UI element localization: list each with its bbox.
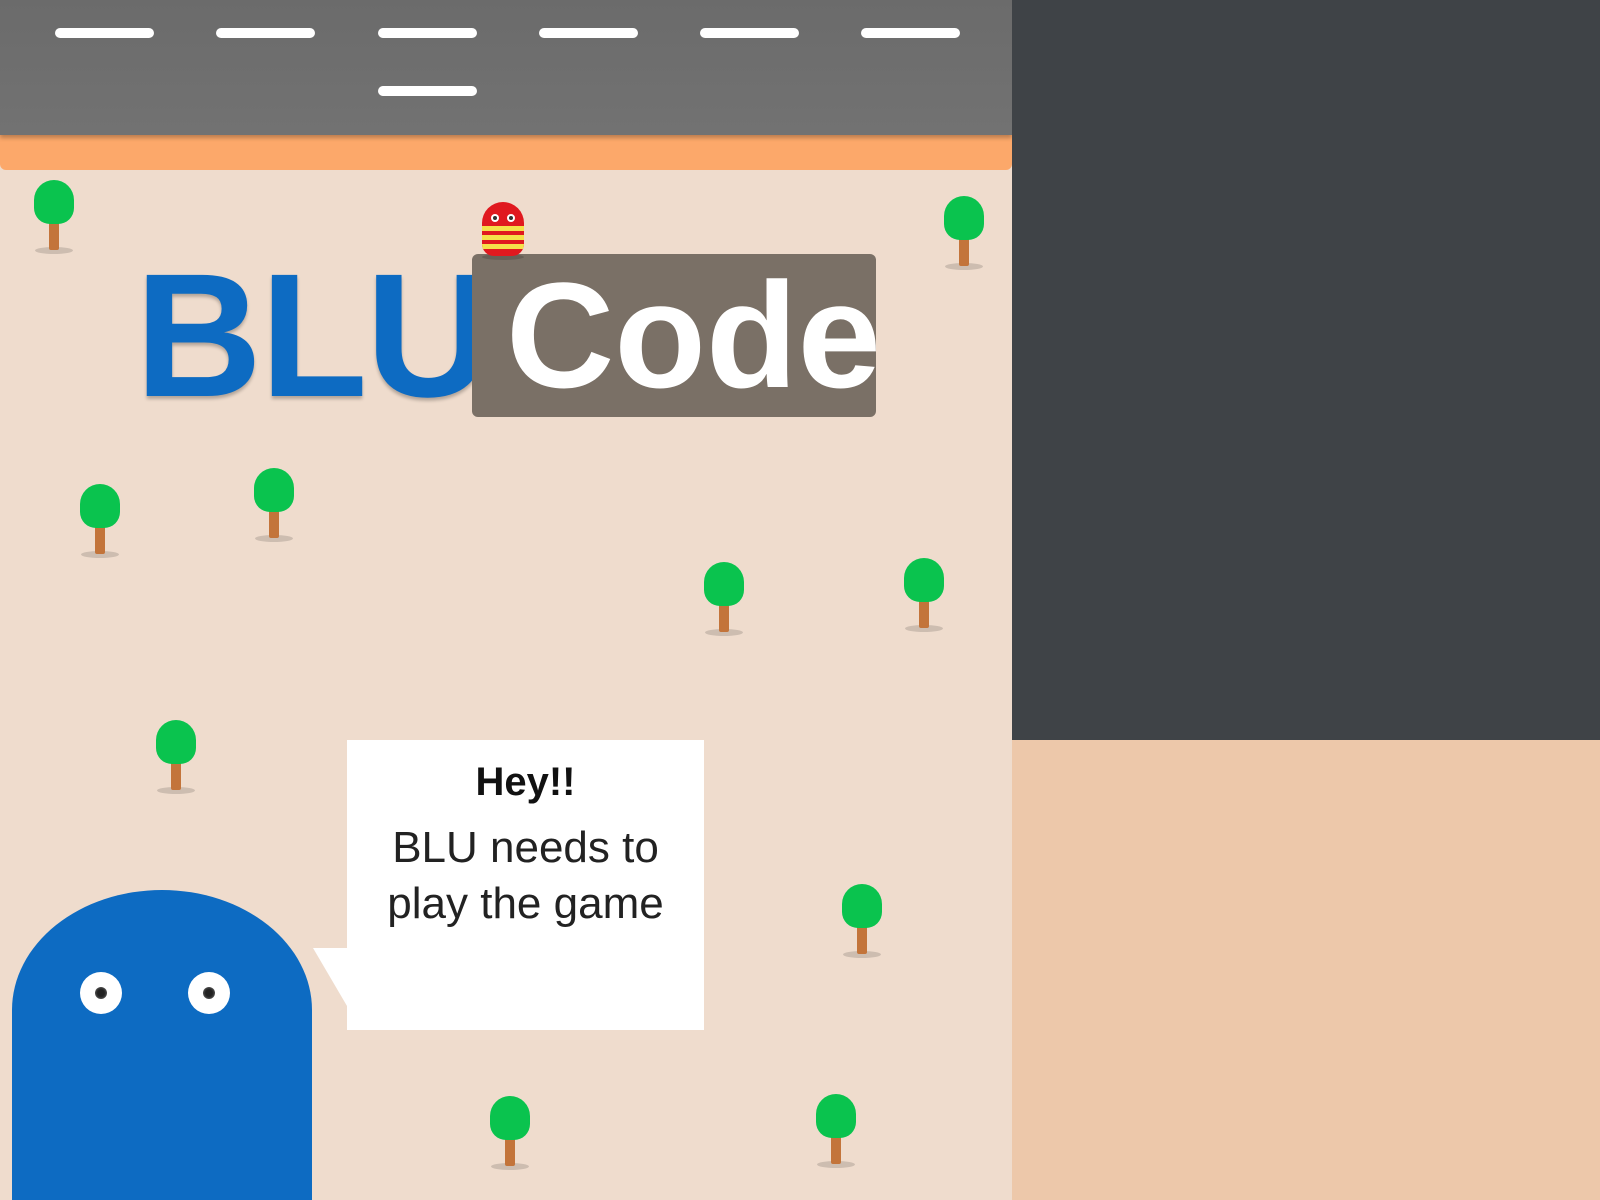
speech-heading: Hey!!	[475, 760, 576, 804]
road-lane-dash	[700, 28, 799, 38]
title-code: Code	[506, 251, 881, 419]
speech-bubble-tail	[313, 948, 347, 1006]
mini-character-eye	[491, 214, 499, 222]
speech-bubble: Hey!! BLU needs to play the game	[313, 740, 704, 1030]
title-code-box: Code	[472, 254, 881, 417]
tree	[155, 720, 199, 794]
blu-character[interactable]	[12, 890, 312, 1200]
blu-eye-right	[188, 972, 230, 1014]
tree	[79, 484, 123, 558]
blu-eye-left	[80, 972, 122, 1014]
title-blu: BLU	[135, 238, 493, 434]
tree	[33, 180, 77, 254]
tree	[841, 884, 885, 958]
speech-message: BLU needs to play the game	[387, 823, 664, 929]
road-lane-dash	[378, 28, 477, 38]
tree	[903, 558, 947, 632]
road-lane-dash	[539, 28, 638, 38]
tree	[703, 562, 747, 636]
road-lane-dash	[216, 28, 315, 38]
road-lane-dash	[378, 86, 477, 96]
road-lane-dash	[861, 28, 960, 38]
side-panel-bottom	[1012, 740, 1600, 1200]
red-striped-character[interactable]	[480, 200, 526, 260]
road	[0, 0, 1012, 135]
tree	[489, 1096, 533, 1170]
tree	[253, 468, 297, 542]
road-lane-dash	[55, 28, 154, 38]
side-panel-top	[1012, 0, 1600, 740]
tree	[943, 196, 987, 270]
tree	[815, 1094, 859, 1168]
game-canvas[interactable]: BLU Code Hey!! BLU needs to play the gam…	[0, 0, 1012, 1200]
mini-character-eye	[507, 214, 515, 222]
